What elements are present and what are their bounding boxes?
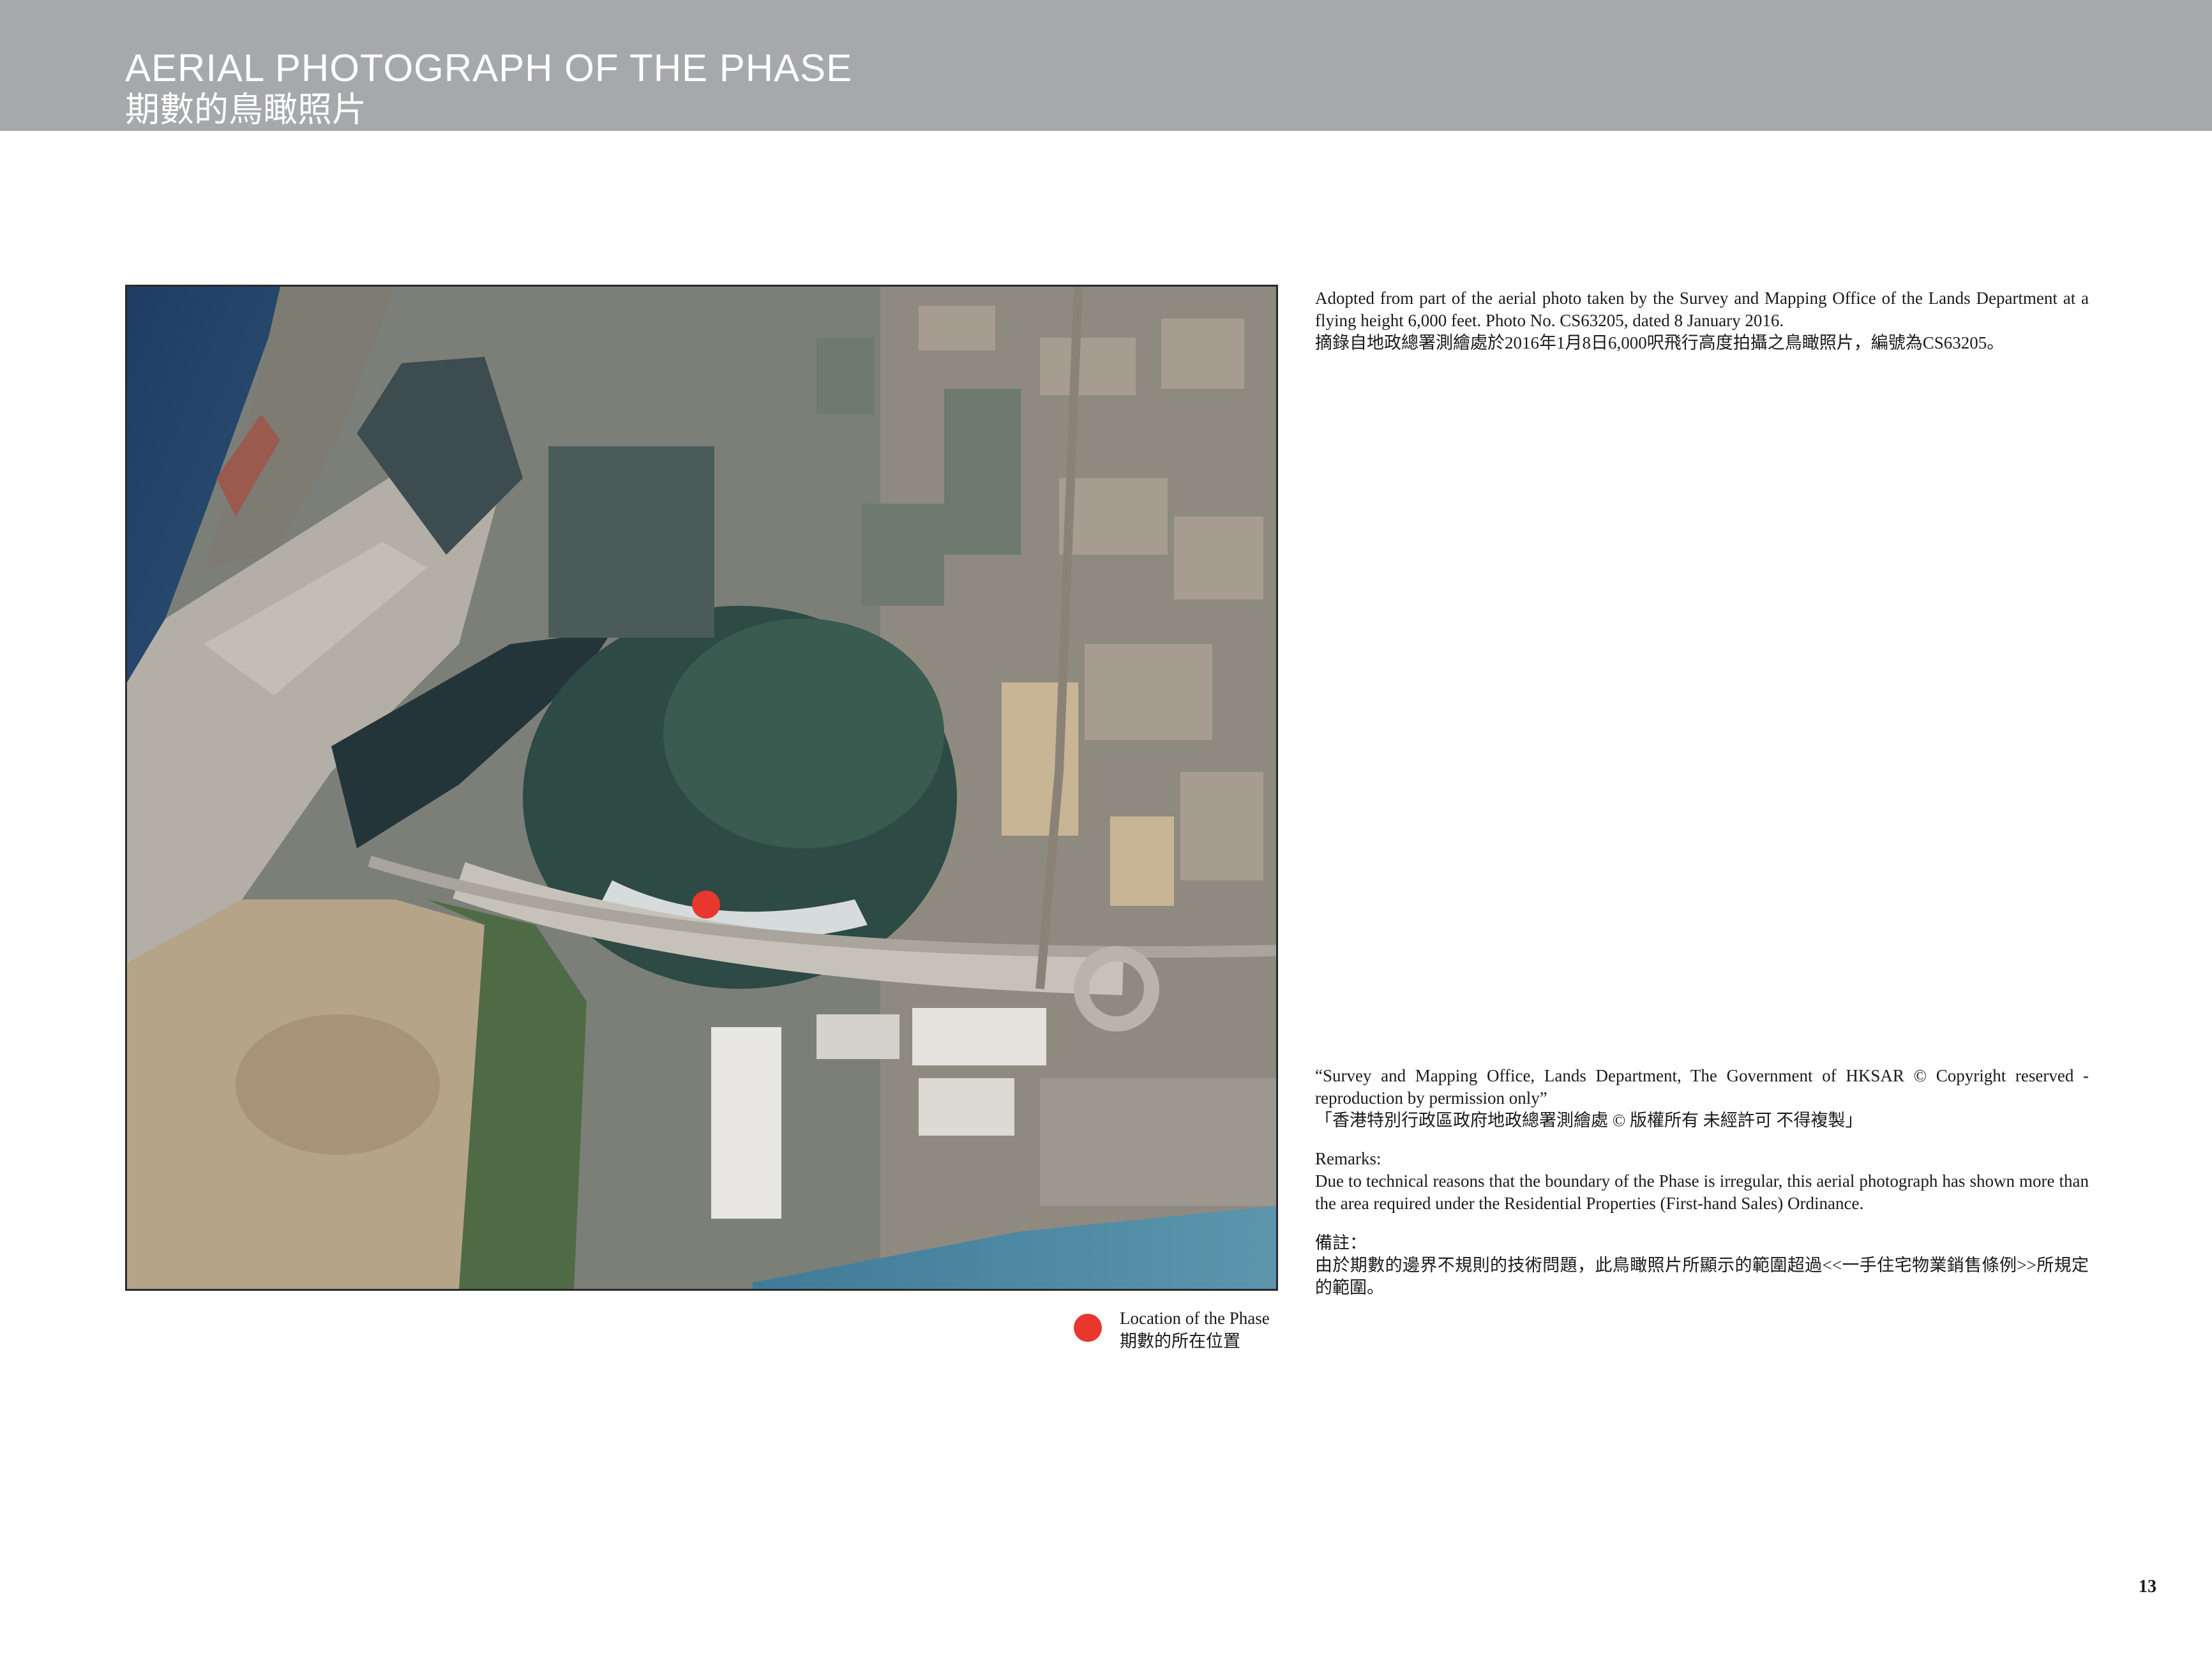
copyright-notice: “Survey and Mapping Office, Lands Depart… bbox=[1315, 1065, 2089, 1132]
location-marker-icon bbox=[1074, 1314, 1102, 1342]
legend-label-en: Location of the Phase bbox=[1120, 1309, 1270, 1328]
copyright-en: “Survey and Mapping Office, Lands Depart… bbox=[1315, 1066, 2089, 1108]
remarks-heading-zh: 備註： bbox=[1315, 1233, 1367, 1252]
page-title-en: AERIAL PHOTOGRAPH OF THE PHASE bbox=[125, 47, 853, 89]
legend-label-zh: 期數的所在位置 bbox=[1120, 1332, 1240, 1351]
photo-credit-en: Adopted from part of the aerial photo ta… bbox=[1315, 289, 2089, 330]
remarks-zh: 備註： 由於期數的邊界不規則的技術問題，此鳥瞰照片所顯示的範圍超過<<一手住宅物… bbox=[1315, 1232, 2089, 1299]
page-title-zh: 期數的鳥瞰照片 bbox=[125, 89, 366, 130]
remarks-text-zh: 由於期數的邊界不規則的技術問題，此鳥瞰照片所顯示的範圍超過<<一手住宅物業銷售條… bbox=[1315, 1256, 2089, 1297]
photo-credit-zh: 摘錄自地政總署測繪處於2016年1月8日6,000呎飛行高度拍攝之鳥瞰照片，編號… bbox=[1315, 333, 2005, 352]
photo-credit: Adopted from part of the aerial photo ta… bbox=[1315, 287, 2089, 354]
page-header: AERIAL PHOTOGRAPH OF THE PHASE 期數的鳥瞰照片 bbox=[0, 0, 2212, 131]
remarks-heading-en: Remarks: bbox=[1315, 1149, 1381, 1168]
map-legend: Location of the Phase 期數的所在位置 bbox=[1074, 1307, 1291, 1358]
page-number: 13 bbox=[2139, 1577, 2156, 1597]
copyright-zh: 「香港特別行政區政府地政總署測繪處 © 版權所有 未經許可 不得複製」 bbox=[1315, 1111, 1863, 1130]
remarks-text-en: Due to technical reasons that the bounda… bbox=[1315, 1171, 2089, 1213]
aerial-photograph bbox=[125, 285, 1278, 1291]
remarks-en: Remarks: Due to technical reasons that t… bbox=[1315, 1148, 2089, 1215]
phase-location-marker bbox=[692, 891, 720, 919]
